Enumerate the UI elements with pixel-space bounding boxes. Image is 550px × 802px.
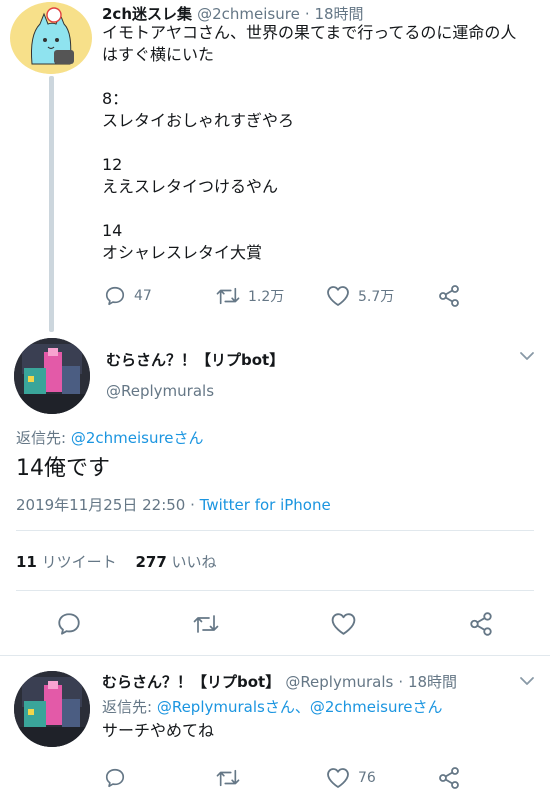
share-icon: [439, 285, 459, 307]
main-author-handle[interactable]: @Replymurals: [106, 382, 214, 400]
reply-like-count: 76: [358, 770, 376, 786]
tweet1-author-handle[interactable]: @2chmeisure: [197, 5, 300, 23]
retweets-stat[interactable]: 11 リツイート: [16, 553, 117, 571]
reply-icon: [105, 286, 125, 306]
like-icon: [327, 286, 349, 306]
date-separator: ·: [185, 496, 200, 514]
reply-timestamp[interactable]: · 18時間: [398, 673, 457, 691]
tweet1-retweet-count: 1.2万: [248, 289, 285, 305]
tweet1-share-button[interactable]: [437, 284, 461, 308]
tweet1-line: 14: [102, 221, 123, 240]
share-icon: [470, 612, 492, 636]
divider: [16, 530, 534, 531]
retweet-icon: [216, 769, 240, 787]
reply-like-button[interactable]: 76: [326, 767, 376, 789]
reply-to-link[interactable]: @Replymuralsさん、: [157, 698, 310, 716]
main-tweet-meta: 2019年11月25日 22:50 · Twitter for iPhone: [16, 494, 331, 515]
tweet1-like-count: 5.7万: [358, 289, 395, 305]
like-icon: [331, 613, 356, 635]
reply-context: 返信先: @Replymuralsさん、@2chmeisureさん: [102, 696, 443, 717]
tweet1-reply-button[interactable]: 47: [104, 285, 152, 307]
avatar-2chmeisure[interactable]: [10, 2, 92, 74]
main-author-name[interactable]: むらさん？！【リプbot】: [106, 349, 284, 370]
like-count: 277: [135, 553, 167, 571]
like-icon: [327, 768, 349, 788]
tweet1-timestamp[interactable]: · 18時間: [305, 5, 364, 23]
reply-reply-button[interactable]: [104, 767, 126, 789]
reply-share-button[interactable]: [437, 766, 461, 790]
reply-author-handle[interactable]: @Replymurals: [285, 673, 393, 691]
avatar-replymurals[interactable]: [14, 338, 90, 414]
avatar-image: [14, 338, 90, 414]
reply-tweet-text: サーチやめてね: [102, 721, 215, 740]
retweets-label: リツイート: [41, 553, 117, 571]
divider: [0, 655, 550, 656]
reply-to-link[interactable]: @2chmeisureさん: [71, 429, 204, 447]
tweet1-author-name[interactable]: 2ch迷スレ集: [102, 5, 192, 23]
reply-author-name[interactable]: むらさん？！【リプbot】: [102, 673, 280, 691]
likes-label: いいね: [171, 553, 217, 571]
likes-stat[interactable]: 277 いいね: [135, 553, 216, 571]
retweet-count: 11: [16, 553, 37, 571]
reply-retweet-button[interactable]: [216, 767, 240, 789]
main-retweet-button[interactable]: [192, 612, 220, 636]
engagement-stats: 11 リツイート 277 いいね: [16, 551, 217, 572]
chevron-down-icon[interactable]: [518, 349, 536, 363]
share-icon: [439, 767, 459, 789]
reply-prefix: 返信先:: [16, 429, 71, 447]
tweet1-like-button[interactable]: 5.7万: [326, 285, 394, 307]
tweet1-line: ええスレタイつけるやん: [102, 177, 279, 196]
divider: [16, 590, 534, 591]
main-like-button[interactable]: [330, 612, 357, 636]
reply-prefix: 返信先:: [102, 698, 157, 716]
main-tweet-text: 14俺です: [16, 456, 110, 481]
thread-line: [49, 76, 54, 332]
tweet1-line: スレタイおしゃれすぎやろ: [102, 111, 295, 130]
client-link[interactable]: Twitter for iPhone: [200, 496, 331, 514]
reply-icon: [58, 613, 80, 635]
main-reply-button[interactable]: [56, 611, 82, 637]
tweet1-line: はすぐ横にいた: [102, 45, 215, 64]
retweet-icon: [216, 287, 240, 305]
tweet1-line: 12: [102, 155, 123, 174]
tweet1-line: 8：: [102, 89, 129, 108]
avatar-replymurals[interactable]: [14, 671, 90, 747]
chevron-down-icon[interactable]: [518, 674, 536, 688]
tweet-date: 2019年11月25日 22:50: [16, 496, 186, 514]
main-reply-context: 返信先: @2chmeisureさん: [16, 427, 204, 448]
avatar-image: [15, 2, 87, 74]
reply-to-link[interactable]: @2chmeisureさん: [310, 698, 443, 716]
tweet1-retweet-button[interactable]: 1.2万: [216, 285, 284, 307]
reply-icon: [105, 768, 125, 788]
tweet1-text: イモトアヤコさん、世界の果てまで行ってるのに運命の人 はすぐ横にいた 8： スレ…: [102, 22, 542, 264]
tweet1-line: オシャレスレタイ大賞: [102, 243, 263, 262]
avatar-image: [14, 671, 90, 747]
main-share-button[interactable]: [468, 611, 494, 637]
tweet1-reply-count: 47: [134, 288, 152, 304]
retweet-icon: [193, 615, 219, 633]
tweet1-line: イモトアヤコさん、世界の果てまで行ってるのに運命の人: [102, 23, 517, 42]
